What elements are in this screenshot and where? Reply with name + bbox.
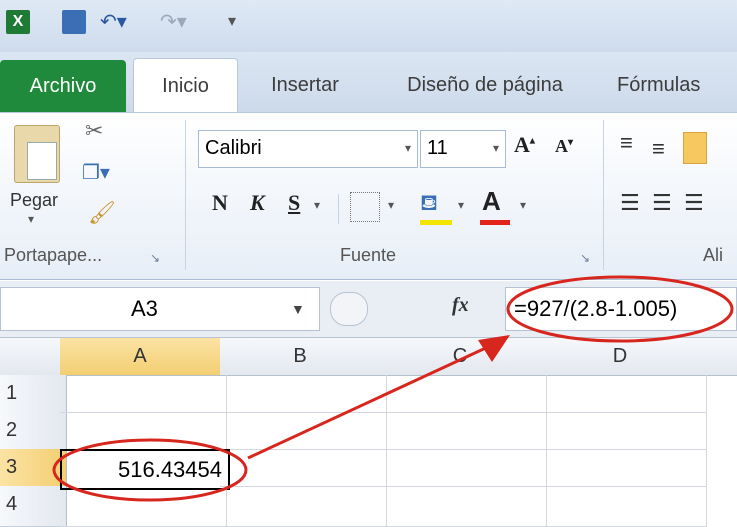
cell-highlight-ellipse	[52, 438, 248, 502]
annotation-overlay	[52, 275, 734, 502]
formula-highlight-ellipse	[506, 275, 734, 343]
annotation-arrow-line	[247, 344, 491, 460]
